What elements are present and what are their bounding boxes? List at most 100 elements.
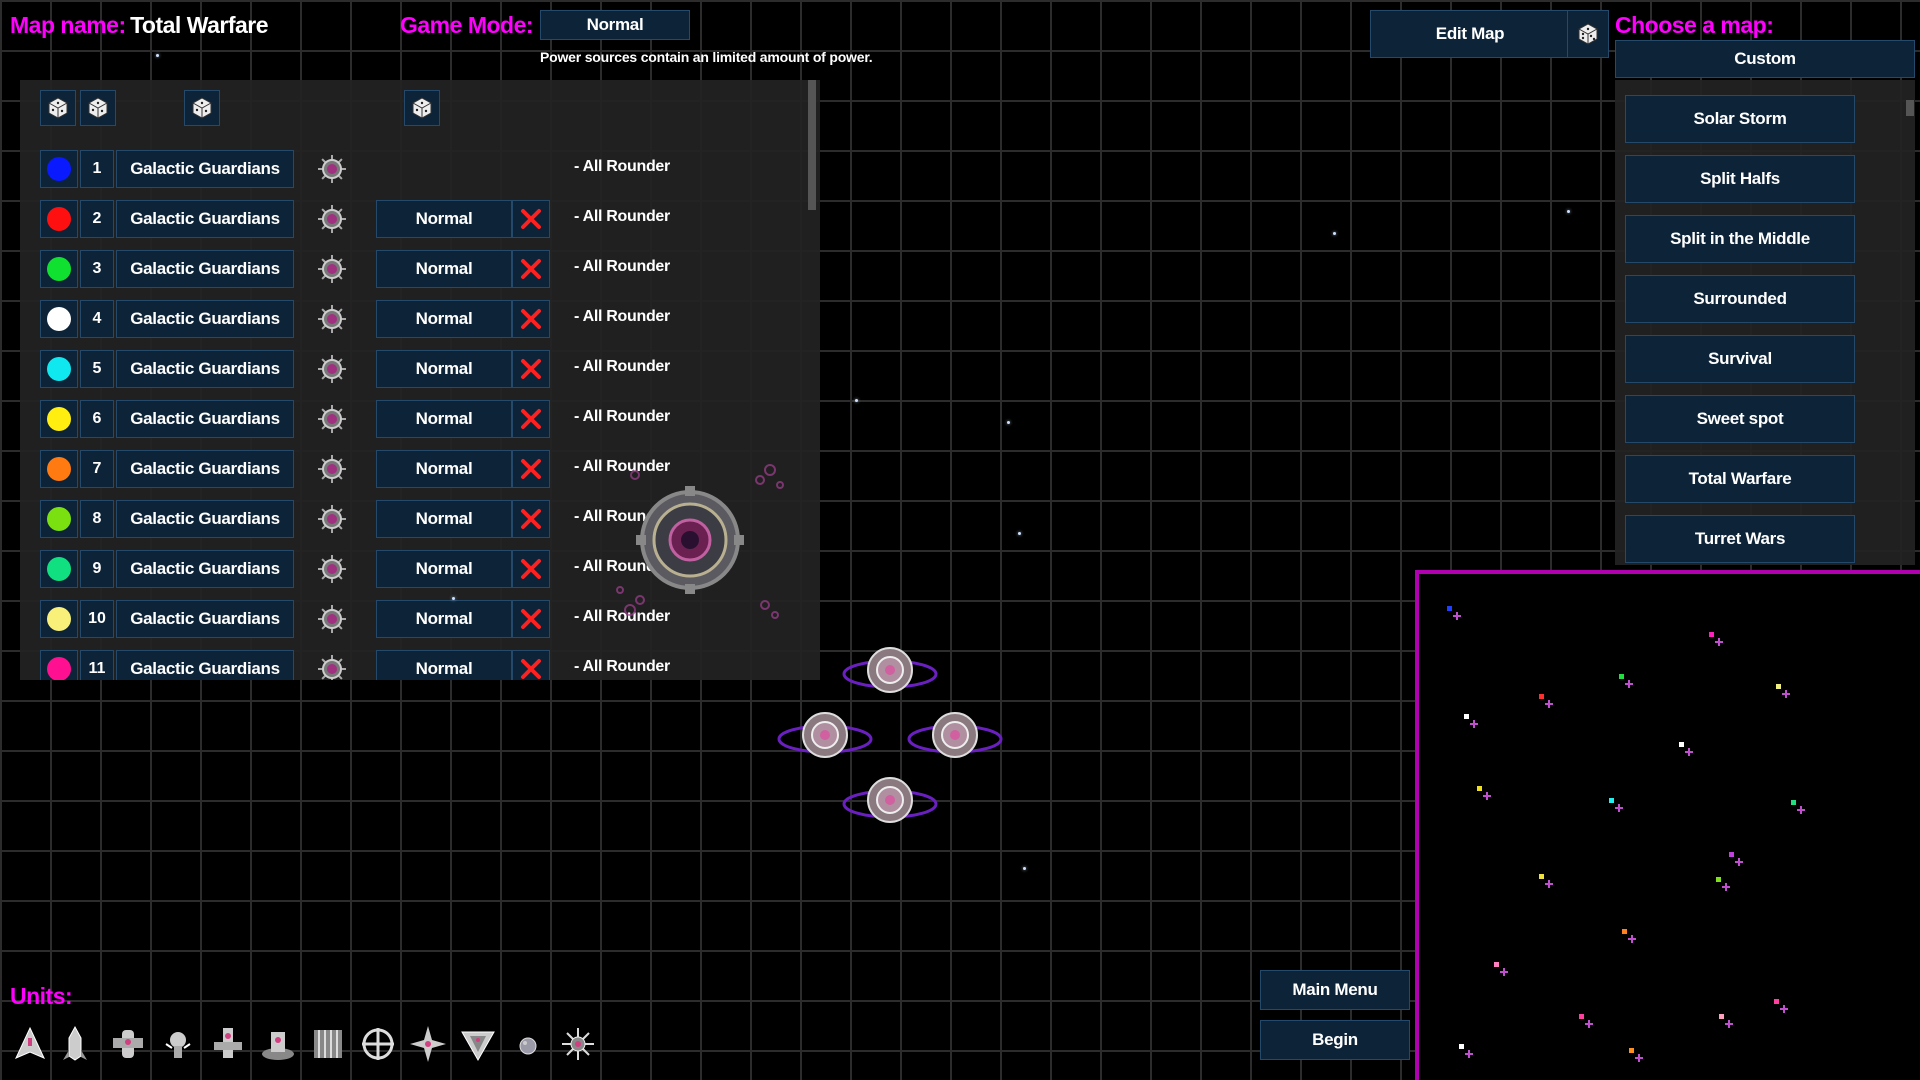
game-mode-selector[interactable]: Normal [540, 10, 690, 40]
remove-player-button[interactable] [512, 550, 550, 588]
player-team-selector[interactable]: Galactic Guardians [116, 200, 294, 238]
team-emblem-icon[interactable] [316, 403, 348, 435]
gunship-icon[interactable] [108, 1024, 148, 1064]
power-source-planet-icon[interactable] [840, 770, 940, 830]
player-team-selector[interactable]: Galactic Guardians [116, 650, 294, 680]
team-emblem-icon[interactable] [316, 303, 348, 335]
player-difficulty-selector[interactable]: Normal [376, 500, 512, 538]
power-source-planet-icon[interactable] [775, 705, 875, 765]
player-number[interactable]: 2 [80, 200, 114, 238]
player-difficulty-selector[interactable]: Normal [376, 350, 512, 388]
player-color-button[interactable] [40, 450, 78, 488]
player-number[interactable]: 6 [80, 400, 114, 438]
team-emblem-icon[interactable] [316, 153, 348, 185]
player-team-selector[interactable]: Galactic Guardians [116, 400, 294, 438]
player-team-selector[interactable]: Galactic Guardians [116, 250, 294, 288]
carrier-ship-icon[interactable] [258, 1024, 298, 1064]
main-menu-button[interactable]: Main Menu [1260, 970, 1410, 1010]
player-number[interactable]: 5 [80, 350, 114, 388]
team-emblem-icon[interactable] [316, 653, 348, 680]
fighter-ship-icon[interactable] [10, 1024, 50, 1064]
team-emblem-icon[interactable] [316, 603, 348, 635]
player-difficulty-selector[interactable]: Normal [376, 600, 512, 638]
player-difficulty-selector[interactable]: Normal [376, 650, 512, 680]
player-color-button[interactable] [40, 650, 78, 680]
player-difficulty-selector[interactable]: Normal [376, 250, 512, 288]
player-number[interactable]: 8 [80, 500, 114, 538]
map-option[interactable]: Turret Wars [1625, 515, 1855, 563]
player-number[interactable]: 10 [80, 600, 114, 638]
randomize-teams-button[interactable] [184, 90, 220, 126]
map-option[interactable]: Sweet spot [1625, 395, 1855, 443]
remove-player-button[interactable] [512, 200, 550, 238]
remove-player-button[interactable] [512, 350, 550, 388]
player-difficulty-selector[interactable]: Normal [376, 450, 512, 488]
planet-icon[interactable] [508, 1024, 548, 1064]
player-team-selector[interactable]: Galactic Guardians [116, 550, 294, 588]
cruiser-ship-icon[interactable] [208, 1024, 248, 1064]
player-color-button[interactable] [40, 200, 78, 238]
random-map-button[interactable] [1567, 10, 1609, 58]
remove-player-button[interactable] [512, 650, 550, 680]
player-number[interactable]: 7 [80, 450, 114, 488]
player-number[interactable]: 9 [80, 550, 114, 588]
player-color-button[interactable] [40, 250, 78, 288]
player-color-button[interactable] [40, 300, 78, 338]
player-color-button[interactable] [40, 550, 78, 588]
map-option[interactable]: Solar Storm [1625, 95, 1855, 143]
star-fighter-icon[interactable] [408, 1024, 448, 1064]
player-color-button[interactable] [40, 500, 78, 538]
player-number[interactable]: 11 [80, 650, 114, 680]
player-difficulty-selector[interactable]: Normal [376, 300, 512, 338]
map-option[interactable]: Total Warfare [1625, 455, 1855, 503]
player-team-selector[interactable]: Galactic Guardians [116, 300, 294, 338]
team-emblem-icon[interactable] [316, 253, 348, 285]
team-emblem-icon[interactable] [316, 553, 348, 585]
player-team-selector[interactable]: Galactic Guardians [116, 600, 294, 638]
arrow-ship-icon[interactable] [458, 1024, 498, 1064]
crosshair-turret-icon[interactable] [358, 1024, 398, 1064]
minimap[interactable] [1415, 570, 1920, 1080]
remove-player-button[interactable] [512, 400, 550, 438]
player-difficulty-selector[interactable]: Normal [376, 550, 512, 588]
team-emblem-icon[interactable] [316, 353, 348, 385]
player-color-button[interactable] [40, 350, 78, 388]
remove-player-button[interactable] [512, 500, 550, 538]
team-emblem-icon[interactable] [316, 503, 348, 535]
edit-map-button[interactable]: Edit Map [1370, 10, 1570, 58]
randomize-colors-button[interactable] [40, 90, 76, 126]
begin-button[interactable]: Begin [1260, 1020, 1410, 1060]
map-option[interactable]: Split Halfs [1625, 155, 1855, 203]
tank-ship-icon[interactable] [308, 1024, 348, 1064]
power-source-planet-icon[interactable] [840, 640, 940, 700]
player-team-selector[interactable]: Galactic Guardians [116, 500, 294, 538]
remove-player-button[interactable] [512, 300, 550, 338]
map-option[interactable]: Split in the Middle [1625, 215, 1855, 263]
randomize-numbers-button[interactable] [80, 90, 116, 126]
player-number[interactable]: 1 [80, 150, 114, 188]
player-color-button[interactable] [40, 150, 78, 188]
player-difficulty-selector[interactable]: Normal [376, 200, 512, 238]
player-team-selector[interactable]: Galactic Guardians [116, 150, 294, 188]
player-color-button[interactable] [40, 400, 78, 438]
randomize-difficulty-button[interactable] [404, 90, 440, 126]
team-emblem-icon[interactable] [316, 453, 348, 485]
player-color-button[interactable] [40, 600, 78, 638]
remove-player-button[interactable] [512, 600, 550, 638]
map-option[interactable]: Survival [1625, 335, 1855, 383]
map-option[interactable]: Surrounded [1625, 275, 1855, 323]
power-source-planet-icon[interactable] [905, 705, 1005, 765]
remove-player-button[interactable] [512, 250, 550, 288]
sun-station-icon[interactable] [558, 1024, 598, 1064]
player-list-scrollbar[interactable] [808, 80, 816, 210]
player-team-selector[interactable]: Galactic Guardians [116, 350, 294, 388]
drone-ship-icon[interactable] [158, 1024, 198, 1064]
selected-map-custom[interactable]: Custom [1615, 40, 1915, 78]
player-number[interactable]: 3 [80, 250, 114, 288]
map-list-scrollbar[interactable] [1906, 100, 1914, 116]
player-difficulty-selector[interactable]: Normal [376, 400, 512, 438]
rocket-ship-icon[interactable] [55, 1024, 95, 1064]
player-number[interactable]: 4 [80, 300, 114, 338]
remove-player-button[interactable] [512, 450, 550, 488]
team-emblem-icon[interactable] [316, 203, 348, 235]
